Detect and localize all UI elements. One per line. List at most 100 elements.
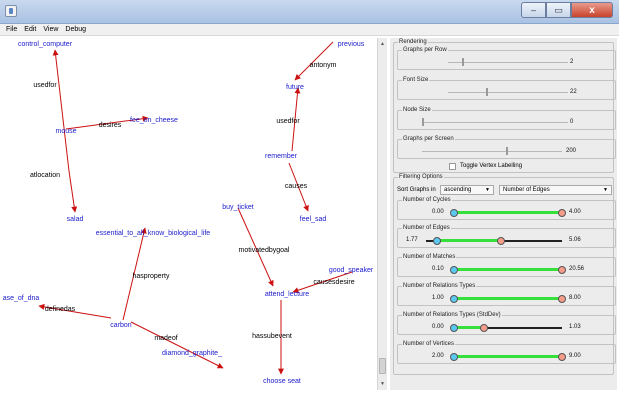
- font-size-track[interactable]: [448, 92, 568, 93]
- vertex-label[interactable]: fee_on_cheese: [130, 117, 178, 124]
- graphs-per-screen-track[interactable]: [422, 151, 562, 152]
- graphs-per-screen-label: Graphs per Screen: [402, 135, 455, 143]
- range-matches: Number of Matches 0.10 20.56: [397, 253, 616, 277]
- range-high-handle[interactable]: [497, 237, 505, 245]
- vertex-label[interactable]: ase_of_dna: [3, 295, 39, 302]
- sort-order-select[interactable]: ascending ▼: [440, 185, 494, 195]
- graphs-per-row-handle[interactable]: [462, 58, 464, 66]
- edge-label: usedfor: [276, 118, 300, 125]
- sort-order-value: ascending: [444, 187, 472, 193]
- range-min: 0.10: [432, 266, 444, 272]
- range-max: 8.00: [569, 295, 581, 301]
- range-low-handle[interactable]: [450, 209, 458, 217]
- range-fill: [454, 297, 562, 300]
- edge-label: antonym: [310, 62, 337, 69]
- node-size-handle[interactable]: [422, 118, 424, 126]
- vertex-label[interactable]: essential_to_all_know_biological_life: [96, 230, 211, 237]
- range-high-handle[interactable]: [558, 295, 566, 303]
- maximize-button[interactable]: ▭: [546, 2, 571, 18]
- range-min: 2.00: [432, 353, 444, 359]
- edge-label: hassubevent: [252, 333, 292, 340]
- vertex-label[interactable]: diamond_graphite_: [162, 350, 222, 357]
- font-size-handle[interactable]: [486, 88, 488, 96]
- app-icon: [5, 5, 17, 17]
- range-low-handle[interactable]: [450, 324, 458, 332]
- vertex-label[interactable]: salad: [67, 216, 84, 223]
- menu-edit[interactable]: Edit: [24, 26, 36, 33]
- menu-view[interactable]: View: [43, 26, 58, 33]
- scroll-down-icon[interactable]: ▼: [378, 379, 387, 389]
- chevron-down-icon: ▼: [603, 187, 608, 193]
- range-label: Number of Relations Types (StdDev): [402, 311, 502, 319]
- vertex-label[interactable]: buy_ticket: [222, 204, 254, 211]
- scroll-thumb[interactable]: [379, 358, 386, 374]
- range-max: 20.56: [569, 266, 585, 272]
- vertex-label[interactable]: attend_lecture: [265, 291, 309, 298]
- range-min: 0.00: [432, 324, 444, 330]
- range-low-handle[interactable]: [450, 295, 458, 303]
- font-size-group: Font Size 22: [397, 76, 616, 100]
- vertex-label[interactable]: remember: [265, 153, 298, 160]
- graphs-per-screen-handle[interactable]: [506, 147, 508, 155]
- range-high-handle[interactable]: [480, 324, 488, 332]
- vertex-label[interactable]: choose seat: [263, 378, 301, 385]
- graph-scrollbar[interactable]: ▲ ▼: [377, 38, 387, 390]
- range-label: Number of Cycles: [402, 196, 452, 204]
- vertex-label[interactable]: future: [286, 84, 304, 91]
- vertex-label[interactable]: good_speaker: [329, 267, 374, 274]
- edge-label: usedfor: [33, 82, 57, 89]
- range-fill: [454, 355, 562, 358]
- vertex-label[interactable]: carbon: [110, 322, 132, 329]
- edge-label: causesdesire: [313, 279, 354, 286]
- node-size-value: 0: [570, 119, 574, 125]
- sort-metric-select[interactable]: Number of Edges ▼: [499, 185, 612, 195]
- range-low-handle[interactable]: [433, 237, 441, 245]
- graph-canvas[interactable]: usedfor desires atlocation antonym usedf…: [3, 38, 377, 390]
- graphs-per-row-track[interactable]: [448, 62, 568, 63]
- chevron-down-icon: ▼: [485, 187, 490, 193]
- window-controls: – ▭ x: [521, 2, 613, 18]
- range-label: Number of Vertices: [402, 340, 456, 348]
- font-size-value: 22: [570, 89, 577, 95]
- node-size-track[interactable]: [422, 122, 568, 123]
- vertex-label[interactable]: feel_sad: [300, 216, 327, 223]
- node-size-group: Node Size 0: [397, 106, 616, 130]
- graph-svg[interactable]: usedfor desires atlocation antonym usedf…: [3, 38, 377, 390]
- range-fill: [454, 211, 562, 214]
- toggle-vertex-labelling-label[interactable]: Toggle Vertex Labelling: [460, 163, 522, 169]
- range-high-handle[interactable]: [558, 266, 566, 274]
- vertex-label[interactable]: control_computer: [18, 41, 73, 48]
- menu-file[interactable]: File: [6, 26, 17, 33]
- rendering-group: Rendering Graphs per Row 2 Font Size 22 …: [393, 38, 616, 173]
- sort-label: Sort Graphs in: [397, 187, 436, 193]
- range-max: 5.06: [569, 237, 581, 243]
- sort-metric-value: Number of Edges: [503, 187, 550, 193]
- range-min: 0.00: [432, 209, 444, 215]
- range-low-handle[interactable]: [450, 266, 458, 274]
- menu-bar: File Edit View Debug: [0, 24, 619, 36]
- minimize-button[interactable]: –: [521, 2, 546, 18]
- edge-label: causes: [285, 183, 308, 190]
- vertex-label[interactable]: previous: [338, 41, 365, 48]
- close-button[interactable]: x: [571, 2, 613, 18]
- title-bar: – ▭ x: [0, 0, 619, 24]
- range-label: Number of Edges: [402, 224, 451, 232]
- range-relation-types: Number of Relations Types 1.00 8.00: [397, 282, 616, 306]
- range-low-handle[interactable]: [450, 353, 458, 361]
- vertex-label[interactable]: mouse: [55, 128, 76, 135]
- range-label: Number of Relations Types: [402, 282, 477, 290]
- range-high-handle[interactable]: [558, 209, 566, 217]
- edge-label: desires: [99, 122, 122, 129]
- range-max: 9.00: [569, 353, 581, 359]
- toggle-vertex-labelling-checkbox[interactable]: [449, 163, 456, 170]
- menu-debug[interactable]: Debug: [65, 26, 86, 33]
- range-relation-types-stddev: Number of Relations Types (StdDev) 0.00 …: [397, 311, 616, 335]
- rendering-title: Rendering: [398, 38, 428, 46]
- edge-label: madeof: [154, 335, 177, 342]
- range-label: Number of Matches: [402, 253, 457, 261]
- scroll-up-icon[interactable]: ▲: [378, 39, 387, 49]
- range-high-handle[interactable]: [558, 353, 566, 361]
- range-max: 4.00: [569, 209, 581, 215]
- edge-label: motivatedbygoal: [239, 247, 290, 254]
- font-size-label: Font Size: [402, 76, 430, 84]
